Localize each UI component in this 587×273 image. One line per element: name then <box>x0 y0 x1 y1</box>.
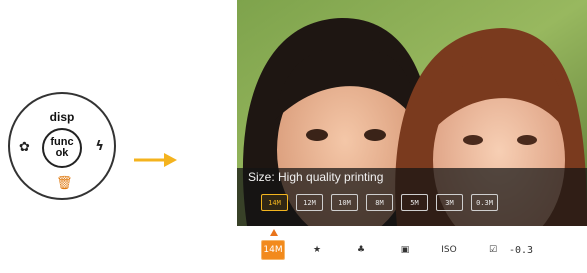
func-ok-button[interactable]: func ok <box>42 128 82 168</box>
size-info-panel: Size: High quality printing 14M 12M 10M … <box>237 168 587 226</box>
macro-flower-icon[interactable]: ✿ <box>19 140 30 155</box>
ev-value: -0.3 <box>509 244 534 256</box>
size-option-8m[interactable]: 8M <box>366 194 393 211</box>
size-option-0-3m[interactable]: 0.3M <box>471 194 498 211</box>
iso-icon[interactable]: ISO <box>437 240 461 260</box>
size-caption: Size: High quality printing <box>248 170 384 184</box>
size-options-row: 14M 12M 10M 8M 5M 3M 0.3M <box>261 194 498 216</box>
trash-icon[interactable]: 🗑 <box>56 176 73 191</box>
focus-mode-icon[interactable]: ♣ <box>349 240 373 260</box>
size-option-5m[interactable]: 5M <box>401 194 428 211</box>
disp-button-label[interactable]: disp <box>10 110 114 124</box>
right-arrow-icon <box>134 153 177 167</box>
function-menu-bar: 14M ★ ♣ ▣ ISO ☑ -0.3 <box>237 226 587 273</box>
ok-label: ok <box>55 147 69 159</box>
metering-icon[interactable]: ▣ <box>393 240 417 260</box>
image-size-icon[interactable]: 14M <box>261 240 285 260</box>
size-option-12m[interactable]: 12M <box>296 194 323 211</box>
exposure-icon[interactable]: ☑ <box>481 240 505 260</box>
flash-bolt-icon[interactable]: ϟ <box>95 139 104 154</box>
size-option-14m[interactable]: 14M <box>261 194 288 211</box>
camera-lcd-screen: Size: High quality printing 14M 12M 10M … <box>237 0 587 273</box>
selection-caret-icon <box>270 229 278 236</box>
size-option-3m[interactable]: 3M <box>436 194 463 211</box>
size-option-10m[interactable]: 10M <box>331 194 358 211</box>
function-menu-row: 14M ★ ♣ ▣ ISO ☑ -0.3 <box>261 240 533 260</box>
control-dial[interactable]: disp func ok ✿ ϟ 🗑 <box>8 92 116 200</box>
quality-icon[interactable]: ★ <box>305 240 329 260</box>
